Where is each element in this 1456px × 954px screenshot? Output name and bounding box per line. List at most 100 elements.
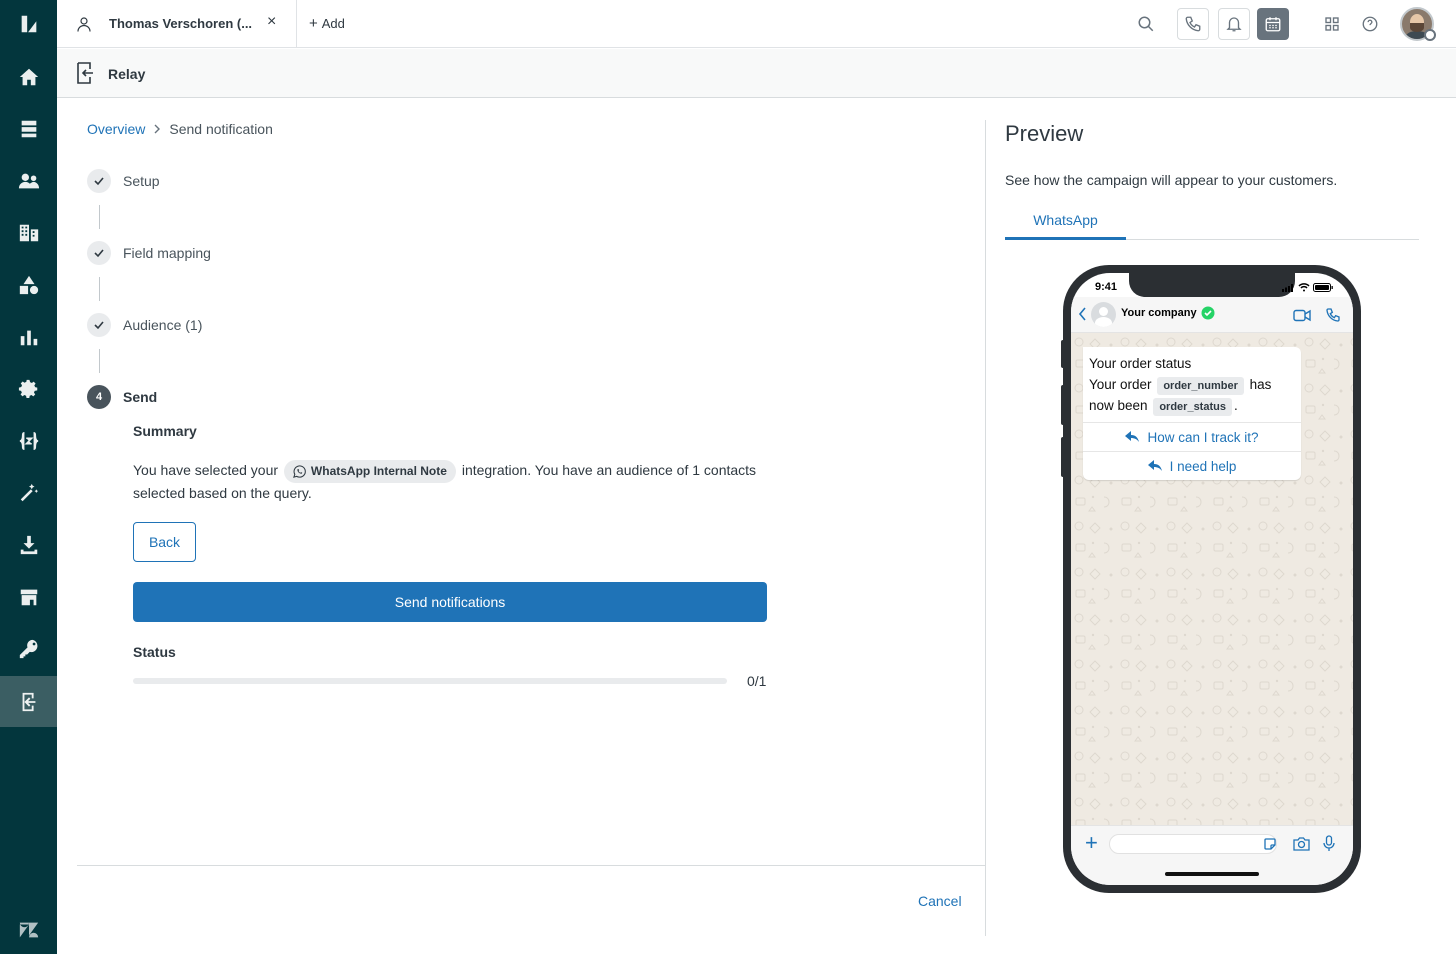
message-prefix: Your order	[1089, 377, 1152, 392]
close-tab-icon[interactable]: ×	[267, 13, 276, 31]
tab-title: Thomas Verschoren (...	[109, 16, 253, 31]
chat-background: Your order status Your order order_numbe…	[1071, 333, 1353, 825]
sticker-icon[interactable]	[1263, 837, 1277, 851]
whatsapp-icon	[292, 465, 306, 478]
battery-icon	[1313, 283, 1333, 292]
plus-icon: +	[309, 15, 318, 32]
phone-screen: 9:41 Your company Your order status Your…	[1071, 273, 1353, 885]
message-title: Your order status	[1089, 356, 1192, 371]
step-label: Send	[123, 389, 158, 405]
app-header: Relay	[57, 49, 1456, 98]
message-body: Your order status Your order order_numbe…	[1083, 347, 1301, 422]
step-label: Field mapping	[123, 245, 211, 261]
check-icon	[87, 313, 111, 337]
status-progress-bar	[133, 678, 727, 684]
step-connector	[99, 277, 100, 301]
system-status-icons	[1282, 283, 1333, 292]
step-connector	[99, 205, 100, 229]
breadcrumb-current: Send notification	[169, 121, 273, 137]
check-icon	[87, 241, 111, 265]
add-label: Add	[321, 16, 345, 31]
phone-notch	[1129, 273, 1295, 297]
send-notifications-button[interactable]: Send notifications	[133, 582, 767, 622]
app-title: Relay	[108, 66, 146, 82]
wifi-icon	[1298, 283, 1310, 292]
admin-settings-icon[interactable]	[0, 367, 57, 411]
message-suffix: .	[1233, 398, 1238, 413]
views-icon[interactable]	[0, 107, 57, 151]
video-call-icon[interactable]	[1293, 309, 1311, 322]
contact-name: Your company	[1121, 307, 1197, 319]
ticket-tab[interactable]: Thomas Verschoren (... ×	[57, 0, 297, 48]
chat-header: Your company	[1071, 297, 1353, 333]
summary-text-before: You have selected your	[133, 462, 279, 479]
store-icon[interactable]	[0, 575, 57, 619]
magic-wand-icon[interactable]	[0, 471, 57, 515]
voice-call-icon[interactable]	[1325, 307, 1341, 323]
left-nav	[0, 0, 57, 954]
back-button[interactable]: Back	[133, 522, 196, 562]
quick-reply-track-order[interactable]: How can I track it?	[1083, 422, 1301, 451]
preview-divider	[985, 120, 986, 936]
quick-reply-need-help[interactable]: I need help	[1083, 451, 1301, 480]
summary-title: Summary	[133, 423, 197, 439]
chat-input-bar: +	[1071, 825, 1353, 885]
phone-time: 9:41	[1095, 281, 1118, 293]
add-tab-button[interactable]: + Add	[309, 15, 345, 32]
zendesk-logo-icon[interactable]	[0, 2, 57, 46]
attach-plus-icon[interactable]: +	[1085, 832, 1098, 854]
step-field-mapping: Field mapping	[87, 241, 211, 265]
step-label: Setup	[123, 173, 160, 189]
availability-status-icon	[1424, 29, 1436, 41]
relay-app-icon[interactable]	[0, 676, 57, 727]
quick-reply-label: How can I track it?	[1147, 429, 1259, 445]
preview-title: Preview	[1005, 121, 1084, 146]
preview-tabs: WhatsApp	[1005, 210, 1419, 240]
phone-mockup: 9:41 Your company Your order status Your…	[1063, 265, 1361, 893]
step-connector	[99, 349, 100, 373]
home-icon[interactable]	[0, 55, 57, 99]
organizations-icon[interactable]	[0, 211, 57, 255]
signal-icon	[1282, 283, 1293, 292]
status-count: 0/1	[747, 673, 767, 689]
apps-grid-icon[interactable]	[1316, 8, 1348, 40]
cancel-button[interactable]: Cancel	[918, 893, 962, 909]
breadcrumb-overview-link[interactable]: Overview	[87, 121, 145, 137]
top-bar: Thomas Verschoren (... × + Add	[57, 0, 1456, 48]
preview-description: See how the campaign will appear to your…	[1005, 172, 1338, 188]
contact-avatar	[1091, 302, 1116, 327]
microphone-icon[interactable]	[1323, 835, 1335, 852]
objects-icon[interactable]	[0, 263, 57, 307]
calendar-icon[interactable]	[1257, 8, 1289, 40]
footer-divider	[77, 865, 985, 866]
phone-icon[interactable]	[1177, 8, 1209, 40]
customers-icon[interactable]	[0, 159, 57, 203]
quick-reply-label: I need help	[1169, 458, 1237, 474]
message-text: Your order order_number has now been ord…	[1089, 374, 1295, 416]
step-label: Audience (1)	[123, 317, 203, 333]
reporting-icon[interactable]	[0, 315, 57, 359]
step-send: 4 Send	[87, 385, 157, 409]
notifications-bell-icon[interactable]	[1218, 8, 1250, 40]
verified-badge-icon	[1201, 306, 1215, 320]
step-setup: Setup	[87, 169, 160, 193]
camera-icon[interactable]	[1293, 836, 1310, 851]
tab-whatsapp[interactable]: WhatsApp	[1005, 210, 1126, 240]
reply-arrow-icon	[1147, 460, 1162, 471]
step-number: 4	[87, 385, 111, 409]
breadcrumb: Overview Send notification	[87, 121, 273, 137]
search-icon[interactable]	[1130, 8, 1162, 40]
chevron-left-icon[interactable]	[1077, 306, 1089, 322]
help-icon[interactable]	[1354, 8, 1386, 40]
message-bubble: Your order status Your order order_numbe…	[1083, 347, 1301, 480]
download-icon[interactable]	[0, 523, 57, 567]
relay-app-icon	[77, 62, 93, 84]
summary-text: You have selected your WhatsApp Internal…	[133, 460, 773, 504]
zis-icon[interactable]	[0, 419, 57, 463]
message-input[interactable]	[1109, 834, 1277, 854]
integration-chip: WhatsApp Internal Note	[283, 460, 456, 483]
key-icon[interactable]	[0, 627, 57, 671]
user-icon	[77, 17, 91, 32]
check-icon	[87, 169, 111, 193]
zendesk-products-icon[interactable]	[0, 908, 57, 952]
